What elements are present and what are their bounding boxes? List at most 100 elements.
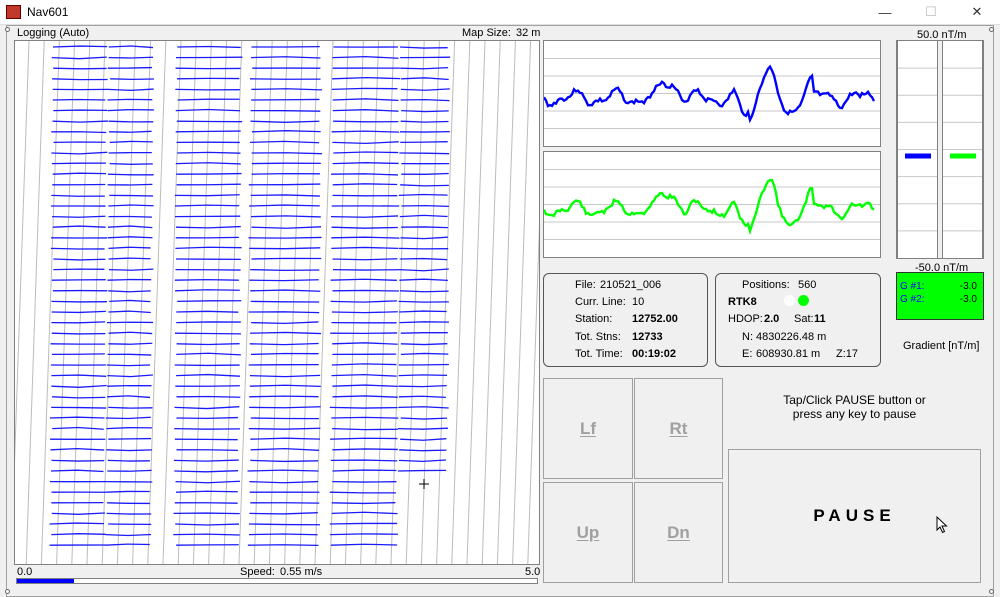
map-track-segment bbox=[332, 342, 398, 345]
map-track-segment bbox=[250, 459, 319, 463]
map-track-segment bbox=[250, 109, 321, 112]
map-track-segment bbox=[176, 449, 238, 452]
east-value: 608930.81 m bbox=[756, 348, 821, 360]
map-track-segment bbox=[108, 290, 151, 293]
map-track-segment bbox=[52, 120, 109, 123]
minimize-button[interactable]: — bbox=[862, 0, 908, 24]
map-track-segment bbox=[174, 470, 239, 473]
map-grid-line bbox=[56, 40, 76, 565]
map-track-segment bbox=[331, 87, 398, 91]
map-track-segment bbox=[399, 321, 449, 324]
mouse-cursor-icon bbox=[936, 516, 948, 534]
map-track-segment bbox=[398, 300, 449, 303]
map-track-segment bbox=[108, 215, 153, 218]
map-track-segment bbox=[108, 406, 153, 409]
close-button[interactable]: ✕ bbox=[954, 0, 1000, 24]
map-track-segment bbox=[174, 279, 239, 281]
gauge-column-g2 bbox=[942, 41, 983, 258]
gradient-gauge bbox=[896, 40, 984, 259]
map-track-segment bbox=[400, 120, 449, 123]
map-track-segment bbox=[397, 469, 447, 472]
map-track-segment bbox=[177, 300, 242, 303]
profile-trace bbox=[542, 178, 875, 236]
map-track-segment bbox=[107, 98, 153, 101]
map-track-segment bbox=[400, 290, 449, 293]
map-track-segment bbox=[251, 172, 320, 175]
map-track-segment bbox=[400, 184, 449, 187]
gradient-units-label: Gradient [nT/m] bbox=[903, 340, 980, 352]
map-track-segment bbox=[51, 151, 108, 155]
map-track-segment bbox=[332, 98, 399, 102]
map-track-segment bbox=[105, 490, 150, 493]
map-track-segment bbox=[51, 310, 106, 314]
map-grid-line bbox=[253, 40, 273, 565]
gradient-readout: G #1: -3.0 G #2: -3.0 bbox=[896, 272, 984, 320]
map-grid-line bbox=[40, 40, 60, 565]
curr-line-label: Curr. Line: bbox=[575, 296, 626, 308]
map-size-value: 32 m bbox=[516, 27, 541, 39]
maximize-button[interactable]: ☐ bbox=[908, 0, 954, 24]
positions-label: Positions: bbox=[742, 279, 790, 291]
down-button[interactable]: Dn bbox=[634, 482, 723, 583]
map-track-segment bbox=[108, 331, 153, 335]
sat-label: Sat: bbox=[794, 313, 814, 325]
map-track-segment bbox=[250, 447, 320, 451]
map-track-segment bbox=[398, 374, 448, 377]
map-track-segment bbox=[331, 311, 398, 314]
map-track-segment bbox=[248, 427, 321, 430]
map-grid-line bbox=[192, 40, 212, 565]
map-track-segment bbox=[332, 448, 398, 451]
map-track-segment bbox=[107, 88, 154, 92]
map-track-segment bbox=[175, 385, 240, 387]
map-grid-line bbox=[208, 40, 228, 565]
map-track-segment bbox=[250, 140, 320, 144]
map-track-segment bbox=[52, 426, 104, 430]
map-track-segment bbox=[249, 395, 319, 398]
map-track-segment bbox=[251, 88, 322, 91]
map-grid-line bbox=[390, 40, 410, 565]
map-track-segment bbox=[332, 141, 399, 145]
east-label: E: bbox=[742, 348, 753, 360]
status-indicator-off-icon bbox=[784, 295, 795, 306]
tot-time-value: 00:19:02 bbox=[632, 348, 677, 360]
map-track-segment bbox=[107, 278, 152, 281]
map-track-segment bbox=[107, 66, 153, 69]
corner-grip-icon bbox=[989, 589, 994, 594]
map-track-segment bbox=[52, 45, 108, 48]
map-track-segment bbox=[109, 194, 154, 197]
gps-panel: Positions: 560 RTK8 HDOP: 2.0 Sat: 11 N:… bbox=[715, 273, 881, 367]
right-button[interactable]: Rt bbox=[634, 378, 723, 479]
map-track-segment bbox=[249, 406, 321, 409]
map-track-segment bbox=[51, 194, 105, 197]
map-track-segment bbox=[330, 300, 397, 303]
map-track-segment bbox=[400, 343, 448, 346]
g2-value: -3.0 bbox=[959, 294, 977, 305]
up-button[interactable]: Up bbox=[543, 482, 633, 583]
map-grid-line bbox=[132, 40, 152, 565]
station-value: 12752.00 bbox=[632, 313, 678, 325]
hdop-label: HDOP: bbox=[728, 313, 763, 325]
map-track-segment bbox=[109, 299, 151, 303]
map-track-segment bbox=[52, 396, 106, 399]
gauge-g2-canvas bbox=[943, 67, 982, 232]
map-track-segment bbox=[176, 395, 241, 398]
map-track-segment bbox=[175, 480, 240, 484]
map-track-segment bbox=[333, 120, 399, 123]
left-button[interactable]: Lf bbox=[543, 378, 633, 479]
map-track-segment bbox=[174, 427, 241, 430]
map-track-segment bbox=[105, 416, 151, 420]
map-track-segment bbox=[332, 55, 399, 59]
map-track-segment bbox=[331, 226, 398, 229]
map-track-segment bbox=[397, 427, 448, 430]
profile-plot-g1 bbox=[542, 40, 881, 147]
map-track-segment bbox=[249, 204, 320, 207]
map-grid-line bbox=[25, 40, 45, 565]
map-track-segment bbox=[251, 257, 322, 260]
map-track-segment bbox=[52, 225, 106, 228]
map-track-segment bbox=[332, 162, 399, 165]
survey-map[interactable] bbox=[10, 40, 562, 565]
map-track-segment bbox=[175, 246, 242, 250]
map-track-segment bbox=[107, 225, 153, 229]
map-track-segment bbox=[331, 236, 400, 239]
map-track-segment bbox=[51, 406, 107, 409]
